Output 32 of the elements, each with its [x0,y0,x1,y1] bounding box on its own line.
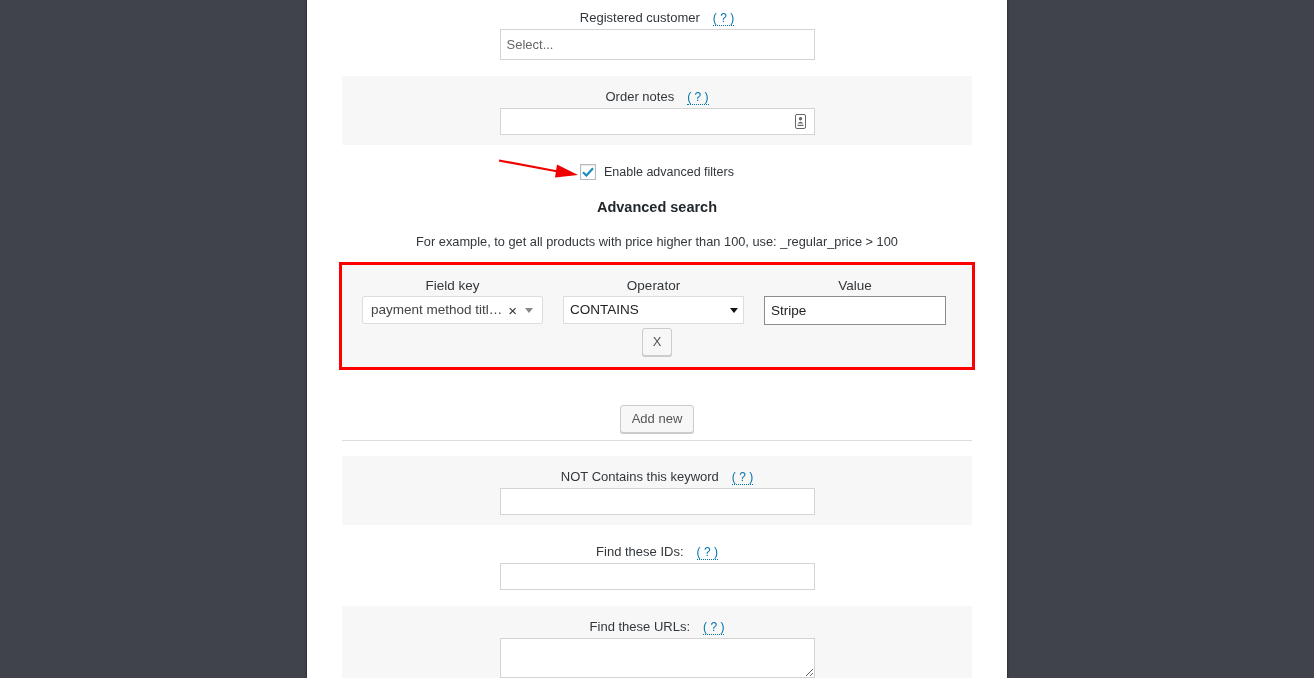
caret-icon [525,307,533,313]
field-label: Registered customer [579,9,700,28]
field-label: Find these IDs: [596,543,684,562]
field-label: Find these URLs: [589,618,691,637]
field-label: Order notes [605,88,675,107]
column-label: Value [838,277,872,295]
checkmark-icon [582,167,594,177]
help-link[interactable]: ( ? ) [703,619,725,635]
select-field[interactable]: Select... [499,29,815,60]
remove-button[interactable]: X [642,328,672,356]
help-link[interactable]: ( ? ) [687,89,709,105]
help-link[interactable]: ( ? ) [696,544,718,560]
add-new-button[interactable]: Add new [619,405,695,433]
operator-select[interactable]: CONTAINS [563,296,744,324]
help-link[interactable]: ( ? ) [731,469,754,485]
checkbox[interactable] [580,164,596,180]
text-area[interactable] [499,638,815,678]
hint-text: For example, to get all products with price higher than 100, use: _regular_price > 100 [416,233,898,251]
help-link[interactable]: ( ? ) [712,10,735,26]
field-label: NOT Contains this keyword [560,468,719,487]
column-label: Field key [425,277,480,295]
column-label: Operator [626,277,681,295]
field-key-select[interactable]: payment method titl… × [362,296,543,324]
text-field[interactable] [499,488,815,515]
text-field[interactable] [499,563,815,590]
section-heading: Advanced search [596,198,718,217]
checkbox-label: Enable advanced filters [604,163,734,181]
person-card-icon[interactable] [794,114,806,129]
text-field[interactable] [499,108,815,135]
clear-button[interactable]: × [508,302,517,318]
value-field[interactable]: Stripe [764,296,946,325]
caret-icon [730,307,738,313]
